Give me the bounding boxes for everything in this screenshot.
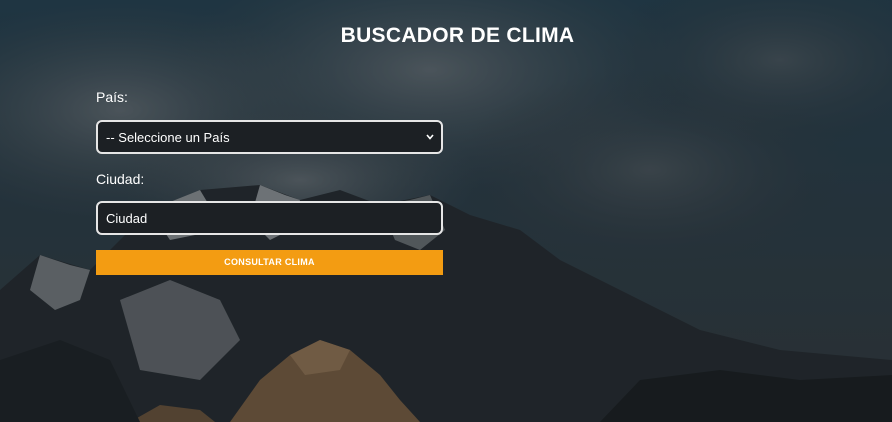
city-label: Ciudad: — [96, 171, 145, 187]
country-select-value: -- Seleccione un País — [106, 130, 230, 145]
city-input-wrapper — [96, 201, 443, 235]
country-label: País: — [96, 89, 128, 105]
page-title: BUSCADOR DE CLIMA — [340, 24, 575, 47]
submit-button[interactable]: CONSULTAR CLIMA — [96, 250, 443, 275]
country-select[interactable]: -- Seleccione un País — [96, 120, 443, 154]
chevron-down-icon — [426, 134, 434, 140]
city-input[interactable] — [98, 203, 441, 233]
